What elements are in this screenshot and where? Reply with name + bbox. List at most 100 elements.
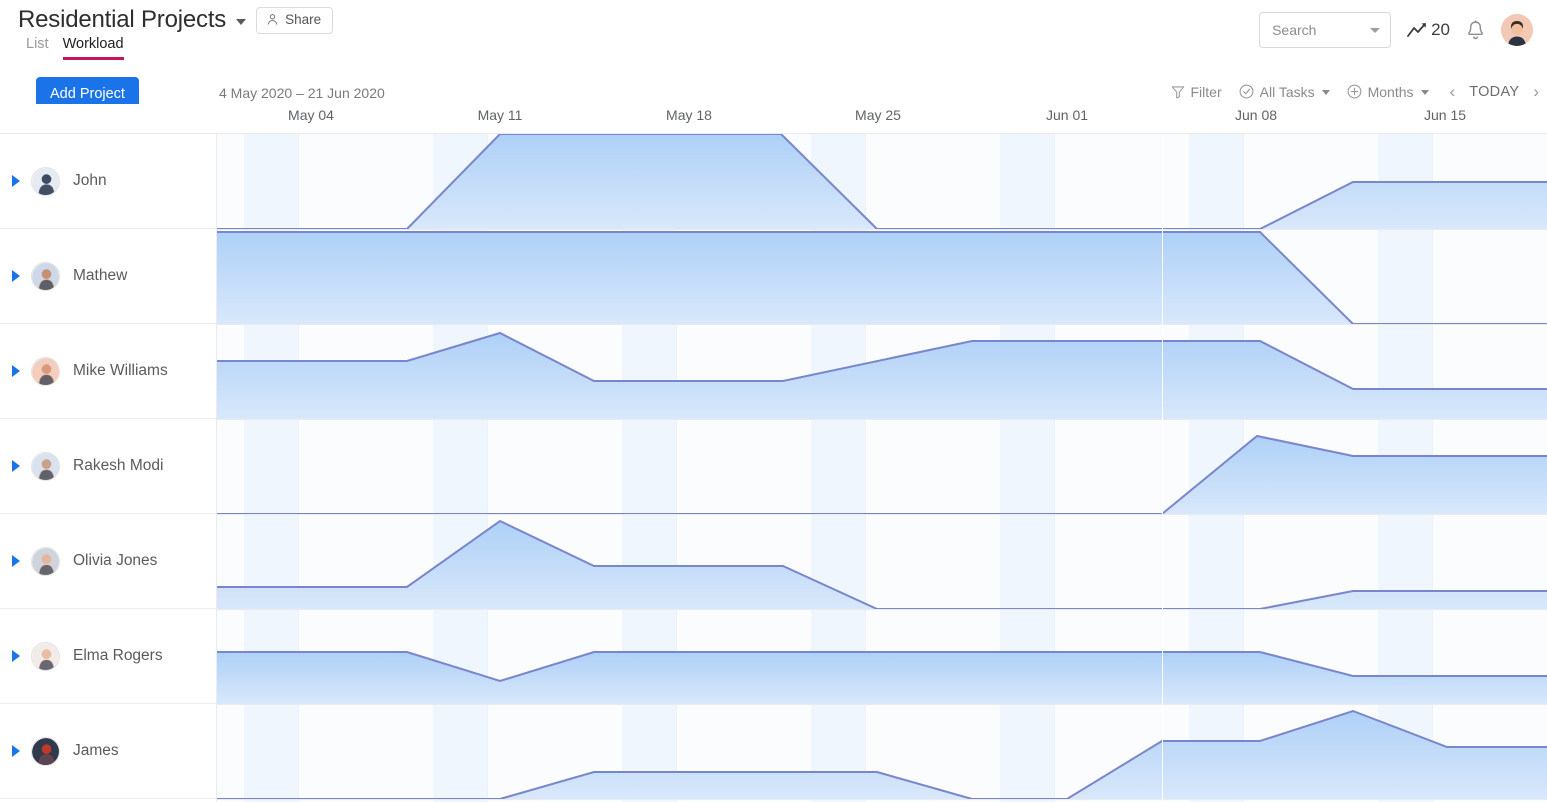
page-title: Residential Projects: [18, 6, 226, 34]
workload-area-chart[interactable]: [217, 324, 1547, 419]
plus-circle-icon: [1347, 84, 1362, 99]
resource-row-elma-rogers[interactable]: Elma Rogers: [0, 609, 216, 704]
avatar[interactable]: [1501, 14, 1533, 46]
area-fill: [217, 521, 1547, 609]
triangle-right-icon[interactable]: [12, 555, 20, 567]
all-tasks-label: All Tasks: [1260, 84, 1315, 100]
timeline-header: May 04May 11May 18May 25Jun 01Jun 08Jun …: [0, 104, 1547, 134]
search-input[interactable]: [1272, 22, 1356, 38]
trend-up-icon: [1407, 21, 1429, 39]
avatar-image: [32, 453, 60, 481]
resource-row-olivia-jones[interactable]: Olivia Jones: [0, 514, 216, 609]
funnel-icon: [1171, 85, 1185, 99]
row-separator: [217, 419, 1547, 420]
triangle-right-icon[interactable]: [12, 270, 20, 282]
resource-name: John: [73, 172, 107, 190]
avatar[interactable]: [31, 262, 60, 291]
timeline-tick: May 11: [478, 107, 523, 123]
activity-indicator[interactable]: 20: [1407, 20, 1450, 40]
date-range-label: 4 May 2020 – 21 Jun 2020: [219, 85, 385, 101]
row-separator: [217, 229, 1547, 230]
avatar-image: [32, 738, 60, 766]
avatar-image: [32, 358, 60, 386]
row-separator: [217, 324, 1547, 325]
resource-name: Mathew: [73, 267, 127, 285]
area-fill: [217, 134, 1547, 229]
avatar-image: [32, 548, 60, 576]
filter-button[interactable]: Filter: [1171, 84, 1222, 100]
workload-area-chart[interactable]: [217, 514, 1547, 609]
area-fill: [217, 232, 1547, 324]
avatar-image: [1501, 14, 1533, 46]
workload-grid: John Mathew Mike Williams Rakesh Modi Olivia…: [0, 134, 1547, 802]
timeline-tick: Jun 01: [1046, 107, 1088, 123]
avatar[interactable]: [31, 737, 60, 766]
resource-row-mike-williams[interactable]: Mike Williams: [0, 324, 216, 419]
workload-page: Residential Projects Share List Workload: [0, 0, 1547, 802]
chart-area[interactable]: [217, 134, 1547, 802]
area-fill: [217, 436, 1547, 514]
avatar-image: [32, 643, 60, 671]
resource-name: James: [73, 742, 119, 760]
triangle-right-icon[interactable]: [12, 365, 20, 377]
activity-count: 20: [1431, 20, 1450, 40]
timeline-tick: May 25: [855, 107, 901, 123]
tab-list[interactable]: List: [26, 36, 49, 60]
resource-row-rakesh-modi[interactable]: Rakesh Modi: [0, 419, 216, 514]
area-fill: [217, 652, 1547, 704]
resource-row-mathew[interactable]: Mathew: [0, 229, 216, 324]
area-fill: [217, 333, 1547, 419]
avatar-image: [32, 168, 60, 196]
triangle-right-icon[interactable]: [12, 175, 20, 187]
search-box[interactable]: [1259, 12, 1391, 48]
resource-row-john[interactable]: John: [0, 134, 216, 229]
next-period-button[interactable]: ›: [1533, 83, 1539, 100]
resource-name: Olivia Jones: [73, 552, 157, 570]
avatar-image: [32, 263, 60, 291]
timeline-tick: May 18: [666, 107, 712, 123]
prev-period-button[interactable]: ‹: [1450, 83, 1456, 100]
person-icon: [266, 13, 279, 26]
all-tasks-dropdown[interactable]: All Tasks: [1239, 84, 1330, 100]
view-tabs: List Workload: [26, 36, 124, 60]
bell-icon[interactable]: [1466, 20, 1485, 41]
chevron-down-icon: [1322, 90, 1330, 95]
workload-area-chart[interactable]: [217, 419, 1547, 514]
toolbar: Add Project 4 May 2020 – 21 Jun 2020 Fil…: [0, 64, 1547, 104]
timeline-nav: ‹ TODAY ›: [1450, 83, 1539, 100]
row-separator: [217, 609, 1547, 610]
chevron-down-icon[interactable]: [1370, 28, 1380, 33]
chevron-down-icon: [1421, 90, 1429, 95]
workload-area-chart[interactable]: [217, 704, 1547, 799]
avatar[interactable]: [31, 357, 60, 386]
view-tools: Filter All Tasks Months ‹: [1171, 83, 1540, 100]
triangle-right-icon[interactable]: [12, 745, 20, 757]
avatar[interactable]: [31, 167, 60, 196]
row-separator: [217, 799, 1547, 800]
share-button[interactable]: Share: [256, 7, 333, 34]
timeline-tick: Jun 15: [1424, 107, 1466, 123]
avatar[interactable]: [31, 452, 60, 481]
timescale-dropdown[interactable]: Months: [1347, 84, 1429, 100]
area-fill: [217, 711, 1547, 799]
row-separator: [217, 704, 1547, 705]
today-marker: [1162, 134, 1163, 802]
avatar[interactable]: [31, 642, 60, 671]
resource-row-james[interactable]: James: [0, 704, 216, 799]
top-right-controls: 20: [1259, 12, 1533, 48]
tab-workload[interactable]: Workload: [63, 36, 124, 60]
filter-label: Filter: [1191, 84, 1222, 100]
workload-area-chart[interactable]: [217, 134, 1547, 229]
resource-name: Mike Williams: [73, 362, 168, 380]
chevron-down-icon[interactable]: [236, 19, 246, 25]
timescale-label: Months: [1368, 84, 1414, 100]
triangle-right-icon[interactable]: [12, 650, 20, 662]
resource-name: Elma Rogers: [73, 647, 163, 665]
top-bar: Residential Projects Share List Workload: [0, 0, 1547, 64]
today-button[interactable]: TODAY: [1469, 84, 1519, 100]
avatar[interactable]: [31, 547, 60, 576]
workload-area-chart[interactable]: [217, 609, 1547, 704]
triangle-right-icon[interactable]: [12, 460, 20, 472]
resource-name: Rakesh Modi: [73, 457, 163, 475]
workload-area-chart[interactable]: [217, 229, 1547, 324]
